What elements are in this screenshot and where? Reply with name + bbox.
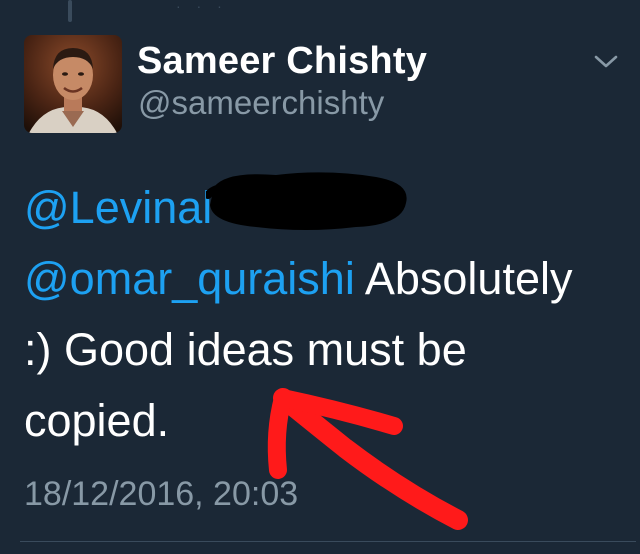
tweet-text-line-3: :) Good ideas must be	[24, 324, 467, 375]
tweet-text-line-2: @omar_quraishi Absolutely	[24, 243, 624, 314]
avatar-photo	[24, 35, 122, 133]
chevron-down-icon[interactable]	[592, 52, 620, 72]
author-display-name[interactable]: Sameer Chishty	[137, 38, 427, 84]
previous-tweet-edge: · · ·	[176, 0, 228, 14]
mention-link[interactable]: @Levinal	[24, 182, 212, 233]
tweet-timestamp: 18/12/2016, 20:03	[24, 475, 299, 513]
avatar[interactable]	[24, 35, 122, 133]
redaction-scribble	[206, 172, 407, 230]
author-handle[interactable]: @sameerchishty	[138, 83, 384, 123]
mention-link[interactable]: @omar_quraishi	[24, 253, 355, 304]
thread-connector-line	[68, 0, 72, 22]
divider	[20, 541, 636, 542]
tweet-body-text: Absolutely	[354, 253, 573, 304]
tweet-text-line-4: copied.	[24, 395, 170, 446]
